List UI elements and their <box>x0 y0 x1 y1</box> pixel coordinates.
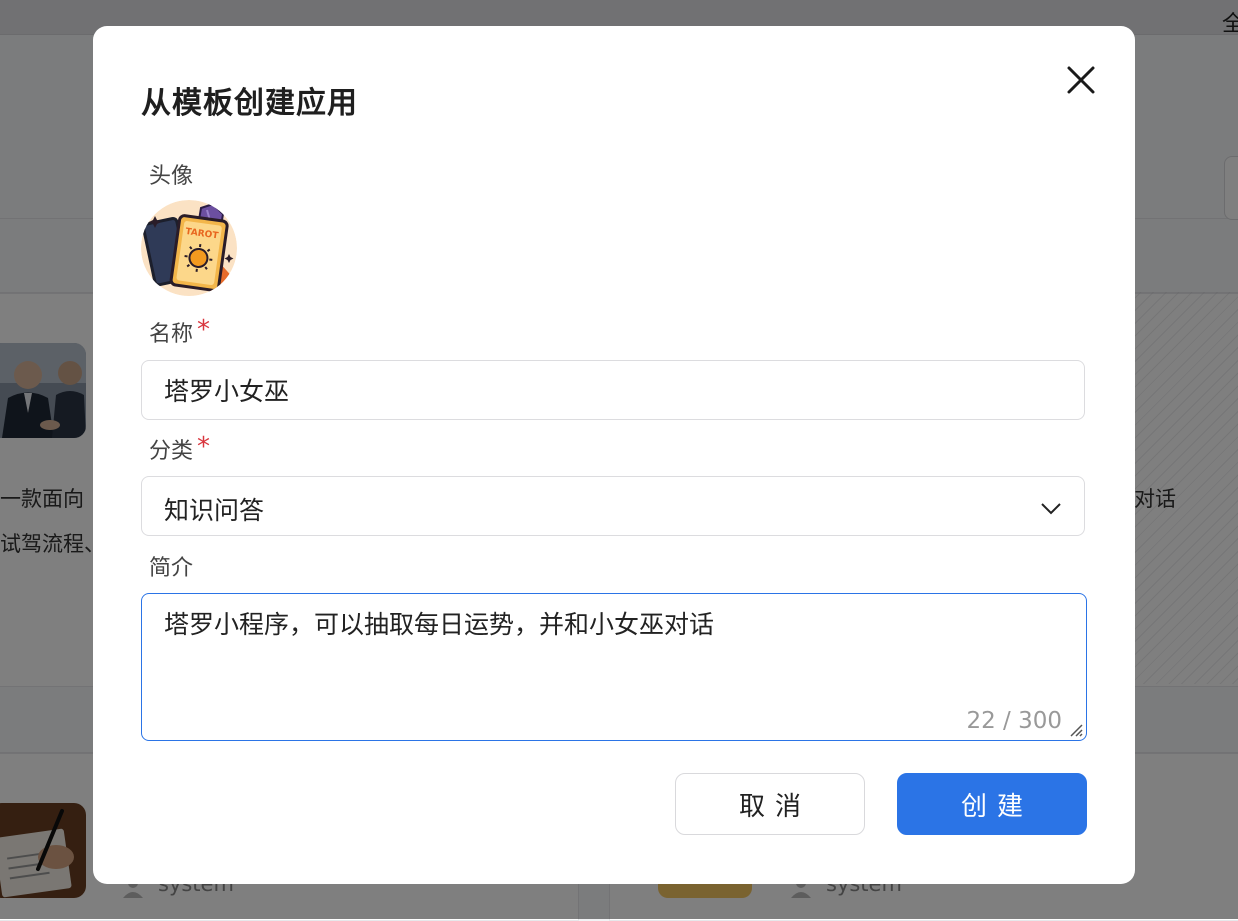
tarot-avatar-icon: TAROT <box>141 200 237 296</box>
create-button[interactable]: 创建 <box>897 773 1087 835</box>
required-mark: * <box>197 315 211 345</box>
intro-textarea[interactable]: 塔罗小程序，可以抽取每日运势，并和小女巫对话 <box>142 594 1086 740</box>
cancel-button[interactable]: 取消 <box>675 773 865 835</box>
required-mark: * <box>197 432 211 462</box>
chevron-down-icon <box>1041 503 1061 515</box>
resize-handle-icon[interactable] <box>1068 722 1084 738</box>
avatar-label-text: 头像 <box>149 164 194 189</box>
app-avatar[interactable]: TAROT <box>141 200 237 296</box>
category-select[interactable]: 知识问答 <box>141 476 1085 536</box>
name-label-text: 名称 <box>149 322 194 347</box>
intro-label: 简介 <box>149 550 193 582</box>
name-input[interactable] <box>142 361 1084 419</box>
intro-field[interactable]: 塔罗小程序，可以抽取每日运势，并和小女巫对话 22 / 300 <box>141 593 1087 741</box>
name-field[interactable] <box>141 360 1085 420</box>
avatar-label: 头像 <box>149 158 193 190</box>
close-icon[interactable] <box>1063 62 1099 98</box>
create-from-template-dialog: 从模板创建应用 头像 TAROT 名称 * 塔罗小女巫 分类 * 知识问答 简介… <box>93 26 1135 884</box>
character-counter: 22 / 300 <box>966 708 1062 734</box>
category-selected-value: 知识问答 <box>164 496 265 525</box>
intro-label-text: 简介 <box>149 556 194 581</box>
category-label-text: 分类 <box>149 439 194 464</box>
name-label: 名称 * <box>149 316 210 348</box>
category-label: 分类 * <box>149 433 210 465</box>
dialog-title: 从模板创建应用 <box>141 86 358 121</box>
